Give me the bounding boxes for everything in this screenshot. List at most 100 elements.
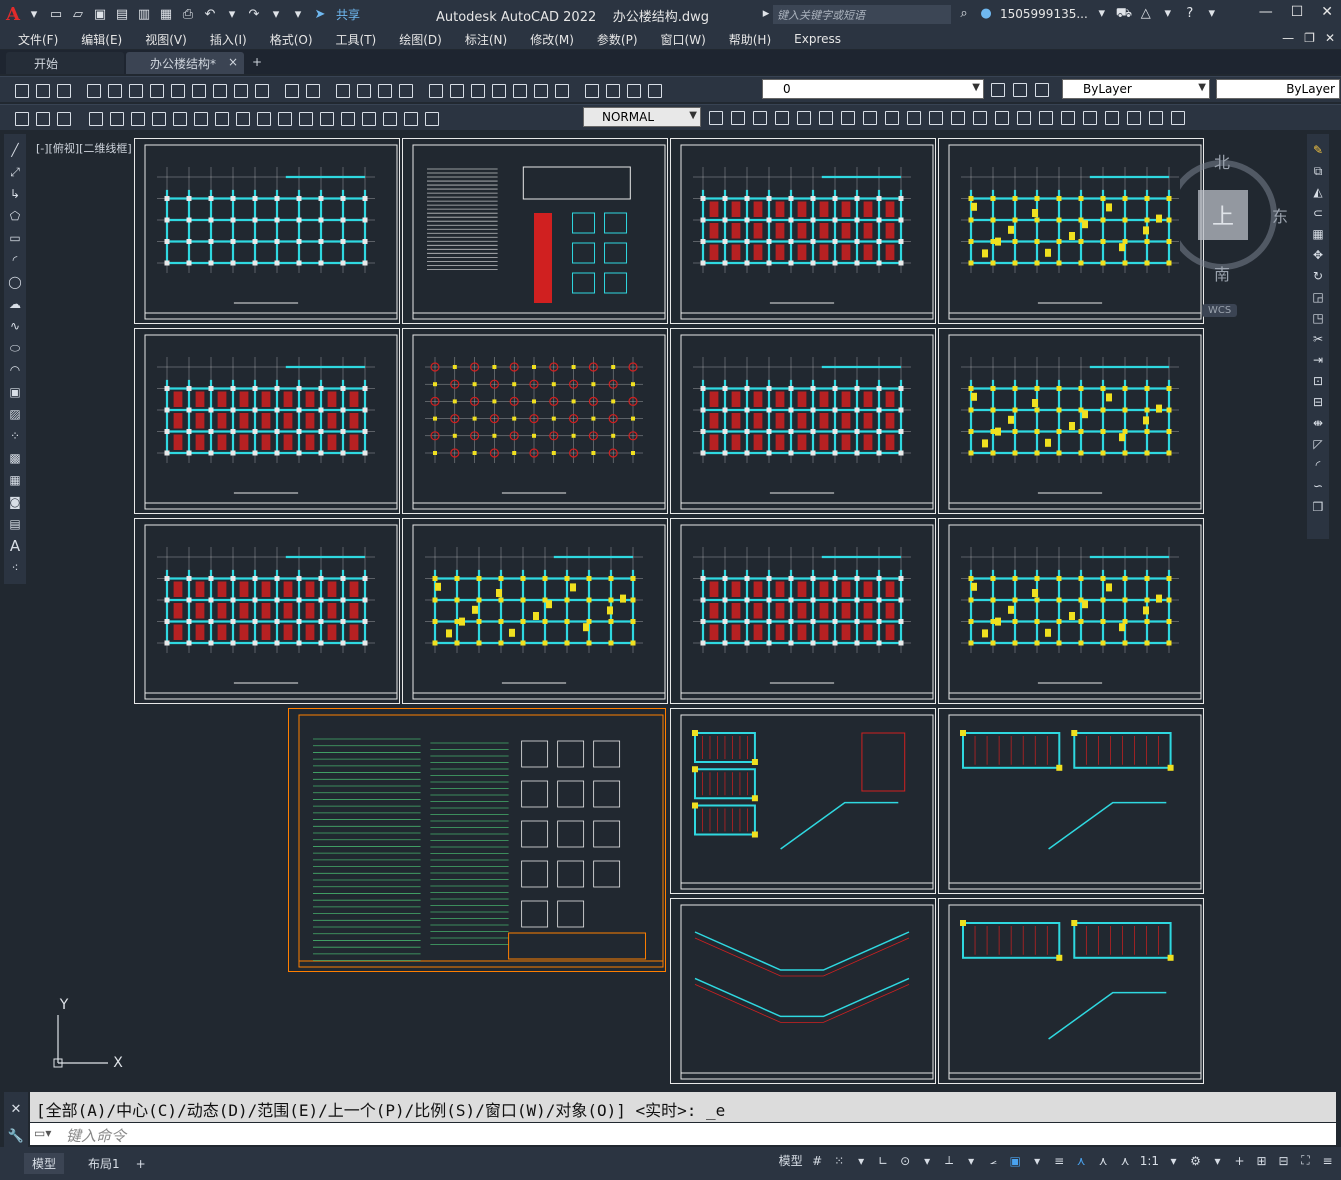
menu-help[interactable]: 帮助(H) (729, 31, 771, 48)
array-icon[interactable] (794, 108, 812, 126)
help-toolbar-icon[interactable] (552, 81, 570, 99)
arc-icon[interactable]: ◜ (7, 252, 23, 269)
zoom-window-icon[interactable] (375, 81, 393, 99)
mtext-icon[interactable]: A (7, 538, 23, 555)
command-line-handle[interactable]: ✕ 🔧 (4, 1092, 28, 1148)
redo-icon[interactable]: ↷ (246, 7, 262, 23)
explode-icon[interactable] (1036, 108, 1054, 126)
layer-state-icon[interactable] (1032, 80, 1050, 98)
a360-dropdown-icon[interactable]: ▾ (1160, 6, 1176, 22)
mirror-side-icon[interactable]: ◭ (1310, 184, 1326, 201)
dim-arc-icon[interactable] (54, 109, 72, 127)
drawing-sheet[interactable] (134, 138, 400, 324)
design-center-icon[interactable] (447, 81, 465, 99)
customize-qa-icon[interactable]: ▾ (290, 7, 306, 23)
jogged-linear-icon[interactable] (359, 109, 377, 127)
drawing-sheet[interactable] (938, 138, 1204, 324)
dim-edit-icon[interactable] (380, 109, 398, 127)
linetype-dropdown[interactable]: ByLayer (1216, 79, 1340, 99)
drawing-sheet[interactable] (938, 328, 1204, 514)
polar-dropdown-icon[interactable]: ▾ (920, 1154, 935, 1168)
rectangle-icon[interactable]: ▭ (7, 230, 23, 247)
make-current-icon[interactable] (988, 80, 1006, 98)
drawing-sheet[interactable] (670, 518, 936, 704)
polar-icon[interactable]: ⊙ (898, 1154, 913, 1168)
open-icon[interactable] (33, 81, 51, 99)
break-side-icon[interactable]: ⊟ (1310, 394, 1326, 411)
add-selected-icon[interactable]: ⁖ (7, 560, 23, 577)
rotate-icon[interactable] (838, 108, 856, 126)
search-icon[interactable]: ⌕ (956, 6, 972, 22)
command-recent-icon[interactable]: ▭▾ (34, 1126, 51, 1140)
table-icon[interactable]: ▤ (7, 516, 23, 533)
iso-draft-icon[interactable]: ⦟ (986, 1153, 1001, 1168)
save-as-icon[interactable]: ▤ (114, 7, 130, 23)
calculator-icon[interactable] (531, 81, 549, 99)
lengthen-icon[interactable] (1080, 108, 1098, 126)
share-icon[interactable]: ➤ (312, 7, 328, 23)
hatch-icon[interactable]: ▩ (7, 450, 23, 467)
join-icon[interactable] (970, 108, 988, 126)
dim-quick-icon[interactable] (191, 109, 209, 127)
plus-icon[interactable]: + (1232, 1154, 1247, 1168)
layer-properties-icon[interactable] (582, 81, 600, 99)
make-block-icon[interactable]: ▨ (7, 406, 23, 423)
qnew-icon[interactable] (12, 81, 30, 99)
osnap-icon[interactable]: ▣ (1008, 1154, 1023, 1168)
close-icon[interactable]: ✕ (1321, 4, 1333, 20)
open-web-icon[interactable]: ▥ (136, 7, 152, 23)
share-button[interactable]: 共享 (336, 6, 360, 23)
menu-edit[interactable]: 编辑(E) (81, 31, 122, 48)
tab-close-icon[interactable]: × (228, 55, 238, 69)
status-customize-icon[interactable]: ≡ (1320, 1154, 1335, 1168)
markup-icon[interactable] (510, 81, 528, 99)
chamfer-icon[interactable] (992, 108, 1010, 126)
zoom-previous-icon[interactable] (396, 81, 414, 99)
save-web-icon[interactable]: ▦ (158, 7, 174, 23)
layer-dropdown[interactable]: 0 ▼ (762, 79, 984, 99)
dim-continue-icon[interactable] (233, 109, 251, 127)
drawing-sheet[interactable] (134, 328, 400, 514)
drawing-sheet[interactable] (402, 518, 668, 704)
menu-format[interactable]: 格式(O) (270, 31, 313, 48)
auto-scale-icon[interactable]: ⋏ (1096, 1154, 1111, 1168)
dim-angular-icon[interactable] (170, 109, 188, 127)
layer-on-icon[interactable] (603, 81, 621, 99)
menu-insert[interactable]: 插入(I) (210, 31, 247, 48)
annotation-visibility-icon[interactable]: ⋏ (1074, 1154, 1089, 1168)
menu-file[interactable]: 文件(F) (18, 31, 58, 48)
drawing-sheet[interactable] (670, 898, 936, 1084)
dim-radius-icon[interactable] (107, 109, 125, 127)
circle-icon[interactable]: ◯ (7, 274, 23, 291)
new-file-icon[interactable]: ▭ (48, 7, 64, 23)
pan-icon[interactable] (333, 81, 351, 99)
snap-icon[interactable]: ⁙ (832, 1154, 847, 1168)
layer-lock-icon[interactable] (645, 81, 663, 99)
lineweight-icon[interactable]: ≡ (1052, 1154, 1067, 1168)
align-icon[interactable] (1168, 108, 1186, 126)
command-customize-icon[interactable]: 🔧 (4, 1129, 28, 1144)
help-dropdown-icon[interactable]: ▾ (1204, 6, 1220, 22)
scale-icon[interactable] (860, 108, 878, 126)
line-icon[interactable]: ╱ (7, 142, 23, 159)
layer-freeze-icon[interactable] (624, 81, 642, 99)
polyline-icon[interactable]: ↳ (7, 186, 23, 203)
search-expand-icon[interactable]: ▸ (758, 6, 774, 22)
trim-side-icon[interactable]: ✂ (1310, 331, 1326, 348)
erase-icon[interactable] (1058, 108, 1076, 126)
erase-side-icon[interactable]: ✎ (1310, 142, 1326, 159)
gradient-icon[interactable]: ▦ (7, 472, 23, 489)
stretch-side-icon[interactable]: ◳ (1310, 310, 1326, 327)
ortho-icon[interactable]: ∟ (876, 1154, 891, 1168)
menu-parametric[interactable]: 参数(P) (597, 31, 638, 48)
tab-model[interactable]: 模型 (24, 1153, 65, 1174)
paste-icon[interactable] (210, 81, 228, 99)
tool-palettes-icon[interactable] (468, 81, 486, 99)
dimstyle-dropdown[interactable]: NORMAL ▼ (583, 107, 701, 127)
color-dropdown[interactable]: ByLayer ▼ (1062, 79, 1210, 99)
dim-ordinate-icon[interactable] (86, 109, 104, 127)
offset-side-icon[interactable]: ⊂ (1310, 205, 1326, 222)
dim-space-icon[interactable] (254, 109, 272, 127)
dim-text-edit-icon[interactable] (401, 109, 419, 127)
polygon-icon[interactable]: ⬠ (7, 208, 23, 225)
